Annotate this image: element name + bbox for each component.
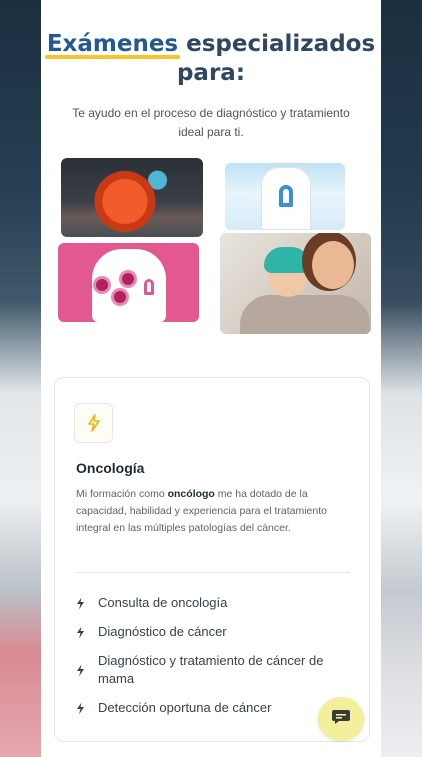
chat-icon [331,709,351,730]
lightning-icon [76,626,98,639]
cancer-cell-image [61,158,203,237]
feature-label: Diagnóstico y tratamiento de cáncer de m… [98,653,324,686]
card-title: Oncología [76,460,145,476]
companion-face [312,241,354,289]
card-divider [76,572,350,573]
photo-bodies [240,295,370,334]
backdrop-left [0,0,41,757]
feature-item: Consulta de oncología [76,594,346,612]
title-highlight: Exámenes [44,31,181,59]
lightning-icon [74,403,113,443]
feature-label: Diagnóstico de cáncer [98,624,227,639]
chat-button[interactable] [318,697,364,741]
lightning-icon [76,664,98,677]
flower-icon [114,291,126,303]
feature-item: Diagnóstico y tratamiento de cáncer de m… [76,652,346,688]
section-title: Exámenes especializados para: [41,30,381,88]
backdrop-right [381,0,422,757]
doctor-ribbon-image [225,163,345,230]
pink-ribbon-icon [144,279,154,295]
hero-section: Exámenes especializados para: Te ayudo e… [41,0,381,360]
section-subtitle: Te ayudo en el proceso de diagnóstico y … [72,106,350,139]
description-text: Mi formación como [76,488,168,500]
blue-ribbon-icon [279,185,293,207]
description-bold: oncólogo [167,488,215,500]
feature-item: Detección oportuna de cáncer [76,699,346,717]
service-card-oncology: Oncología Mi formación como oncólogo me … [54,377,370,742]
feature-label: Detección oportuna de cáncer [98,700,272,715]
title-rest: especializados para: [176,31,376,86]
lightning-icon [76,597,98,610]
card-description: Mi formación como oncólogo me ha dotado … [76,486,352,537]
patient-support-photo [220,233,371,334]
breast-cancer-illustration [58,243,199,322]
feature-item: Diagnóstico de cáncer [76,623,346,641]
lightning-icon [76,702,98,715]
feature-label: Consulta de oncología [98,595,228,610]
head-scarf [264,247,310,273]
flower-icon [122,273,134,285]
main-page: Exámenes especializados para: Te ayudo e… [41,0,381,757]
flower-icon [96,279,108,291]
